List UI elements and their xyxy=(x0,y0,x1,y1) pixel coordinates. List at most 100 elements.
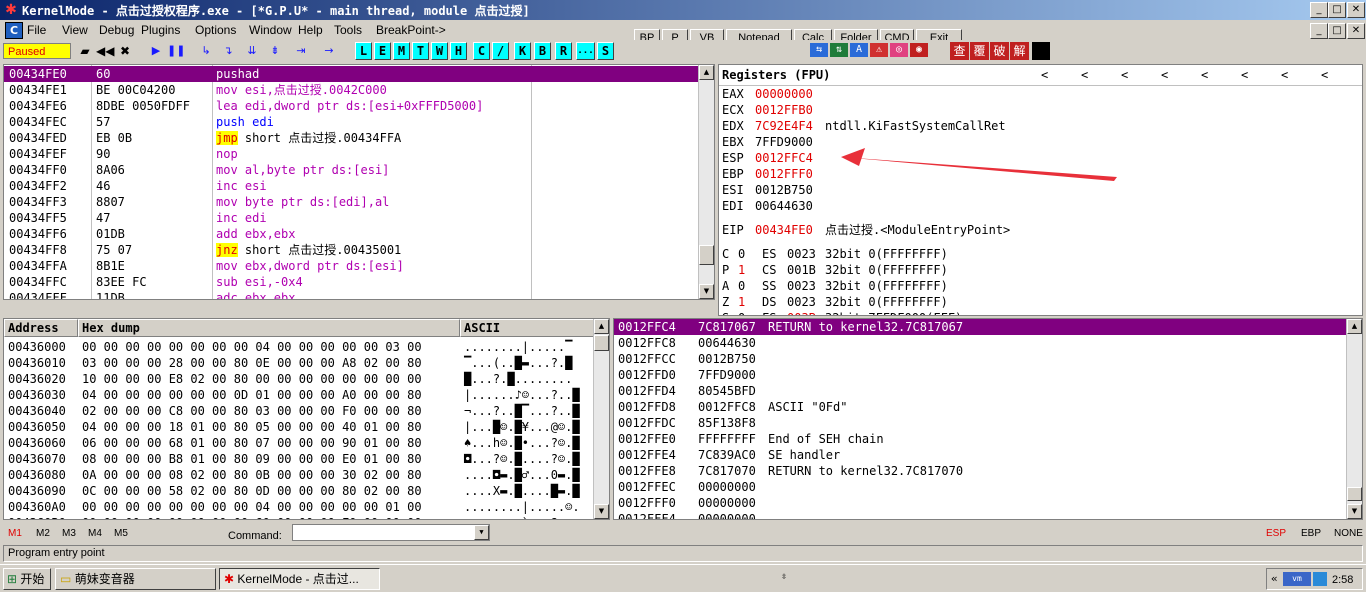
plugin-icon-2[interactable]: ⇅ xyxy=(830,43,848,57)
disasm-row[interactable]: 00434FF5 47 inc edi xyxy=(4,210,698,226)
scroll-thumb[interactable] xyxy=(1347,487,1362,501)
memory-window-button[interactable]: M xyxy=(393,42,410,60)
dump-ascii[interactable]: |...█☺.█¥...@☺.█ xyxy=(464,419,580,435)
disasm-row[interactable]: 00434FEF 90 nop xyxy=(4,146,698,162)
mdi-minimize-button[interactable]: _ xyxy=(1310,23,1328,39)
follow-none-button[interactable]: NONE xyxy=(1334,528,1363,539)
trace-over-icon[interactable]: ⇟ xyxy=(266,42,284,60)
dump-row[interactable]: 004360A0 00 00 00 00 00 00 00 00 04 00 00… xyxy=(4,499,594,515)
scroll-up-arrow[interactable]: ▲ xyxy=(699,65,714,80)
dump-ascii[interactable]: ♠...h☺.█•...?☺.█ xyxy=(464,435,580,451)
disasm-row[interactable]: 00434FE0 60 pushad xyxy=(4,66,698,82)
dump-header-hex[interactable]: Hex dump xyxy=(78,319,460,337)
start-button[interactable]: ⊞ 开始 xyxy=(3,568,51,590)
follow-ebp-button[interactable]: EBP xyxy=(1301,528,1321,539)
dump-row[interactable]: 004360B0 00 00 00 00 00 00 00 00 60 00 00… xyxy=(4,515,594,519)
stack-row[interactable]: 0012FFE0 FFFFFFFF End of SEH chain xyxy=(614,431,1346,447)
stack-row[interactable]: 0012FFEC 00000000 xyxy=(614,479,1346,495)
handles-window-button[interactable]: H xyxy=(450,42,467,60)
plugin-icon-4[interactable]: ⚠ xyxy=(870,43,888,57)
plugin-icon-6[interactable]: ◉ xyxy=(910,43,928,57)
dump-ascii[interactable]: ◘...?☺.█....?☺.█ xyxy=(464,451,580,467)
vmware-tray-icon[interactable]: vm xyxy=(1283,572,1311,586)
dump-hex-bytes[interactable]: 0C 00 00 00 58 02 00 80 0D 00 00 00 80 0… xyxy=(82,483,422,499)
memory-tab-m3[interactable]: M3 xyxy=(62,528,76,539)
open-icon[interactable]: ▰ xyxy=(76,42,94,60)
memory-tab-m5[interactable]: M5 xyxy=(114,528,128,539)
dump-row[interactable]: 00436080 0A 00 00 00 08 02 00 80 0B 00 00… xyxy=(4,467,594,483)
dump-row[interactable]: 00436040 02 00 00 00 C8 00 00 80 03 00 00… xyxy=(4,403,594,419)
menu-plugins[interactable]: Plugins xyxy=(141,23,180,37)
dump-row[interactable]: 00436050 04 00 00 00 18 01 00 80 05 00 00… xyxy=(4,419,594,435)
disasm-row[interactable]: 00434FE1 BE 00C04200 mov esi,点击过授.0042C000 xyxy=(4,82,698,98)
disasm-row[interactable]: 00434FF0 8A06 mov al,byte ptr ds:[esi] xyxy=(4,162,698,178)
dump-ascii[interactable]: ¬...?..█▔...?..█ xyxy=(464,403,580,419)
goto-icon[interactable]: → xyxy=(320,42,338,60)
pause-icon[interactable]: ❚❚ xyxy=(167,42,185,60)
glyph-button-4[interactable]: 解 xyxy=(1010,42,1029,60)
plugin-icon-3[interactable]: A xyxy=(850,43,868,57)
stack-row[interactable]: 0012FFE8 7C817070 RETURN to kernel32.7C817… xyxy=(614,463,1346,479)
menu-options[interactable]: Options xyxy=(195,23,236,37)
glyph-button-2[interactable]: 覆 xyxy=(970,42,989,60)
cpu-window-button[interactable]: C xyxy=(473,42,490,60)
disasm-scrollbar[interactable]: ▲ ▼ xyxy=(698,65,714,299)
disassembly-pane[interactable]: 00434FE0 60 pushad 00434FE1 BE 00C04200 mov e… xyxy=(3,64,715,300)
stack-scrollbar[interactable]: ▲ ▼ xyxy=(1346,319,1362,519)
disasm-row[interactable]: 00434FE6 8DBE 0050FDFF lea edi,dword ptr d… xyxy=(4,98,698,114)
source-window-button[interactable]: S xyxy=(597,42,614,60)
dump-row[interactable]: 00436000 00 00 00 00 00 00 00 00 04 00 00… xyxy=(4,339,594,355)
dump-ascii[interactable]: ....X▬.█....█▬.█ xyxy=(464,483,580,499)
menu-tools[interactable]: Tools xyxy=(334,23,362,37)
modules-window-button[interactable]: E xyxy=(374,42,391,60)
stack-row[interactable]: 0012FFE4 7C839AC0 SE handler xyxy=(614,447,1346,463)
trace-into-icon[interactable]: ⇊ xyxy=(243,42,261,60)
stack-row[interactable]: 0012FFC4 7C817067 RETURN to kernel32.7C817… xyxy=(614,319,1346,335)
references-window-button[interactable]: R xyxy=(555,42,572,60)
scroll-down-arrow[interactable]: ▼ xyxy=(699,284,714,299)
scroll-thumb[interactable] xyxy=(594,335,609,351)
dump-header-ascii[interactable]: ASCII xyxy=(460,319,595,337)
task-item-active[interactable]: ✱ KernelMode - 点击过... xyxy=(219,568,380,590)
chevron-down-icon[interactable]: ▼ xyxy=(474,525,489,540)
dump-row[interactable]: 00436030 04 00 00 00 00 00 00 0D 01 00 00… xyxy=(4,387,594,403)
hex-dump-pane[interactable]: Address Hex dump ASCII 00436000 00 00 00 … xyxy=(3,318,610,520)
log-window-button[interactable]: L xyxy=(355,42,372,60)
stack-row[interactable]: 0012FFD0 7FFD9000 xyxy=(614,367,1346,383)
dump-hex-bytes[interactable]: 00 00 00 00 00 00 00 00 60 00 00 00 E0 0… xyxy=(82,515,422,519)
command-input[interactable] xyxy=(292,524,490,541)
tray-expand-icon[interactable]: « xyxy=(1271,571,1278,587)
follow-esp-button[interactable]: ESP xyxy=(1266,528,1286,539)
dump-hex-bytes[interactable]: 10 00 00 00 E8 02 00 80 00 00 00 00 00 0… xyxy=(82,371,422,387)
maximize-button[interactable]: □ xyxy=(1328,2,1346,18)
dump-row[interactable]: 00436020 10 00 00 00 E8 02 00 80 00 00 00… xyxy=(4,371,594,387)
stack-pane[interactable]: 0012FFC4 7C817067 RETURN to kernel32.7C817… xyxy=(613,318,1363,520)
dump-row[interactable]: 00436060 06 00 00 00 68 01 00 80 07 00 00… xyxy=(4,435,594,451)
dump-ascii[interactable]: ........|.....▔ xyxy=(464,339,572,355)
stack-row[interactable]: 0012FFF4 00000000 xyxy=(614,511,1346,519)
callstack-window-button[interactable]: K xyxy=(514,42,531,60)
scroll-up-arrow[interactable]: ▲ xyxy=(1347,319,1362,334)
stack-row[interactable]: 0012FFDC 85F138F8 xyxy=(614,415,1346,431)
dump-scrollbar[interactable]: ▲ ▼ xyxy=(593,319,609,519)
glyph-button-1[interactable]: 查 xyxy=(950,42,969,60)
menu-debug[interactable]: Debug xyxy=(99,23,134,37)
menu-view[interactable]: View xyxy=(62,23,88,37)
network-tray-icon[interactable] xyxy=(1313,572,1327,586)
scroll-down-arrow[interactable]: ▼ xyxy=(594,504,609,519)
memory-tab-m2[interactable]: M2 xyxy=(36,528,50,539)
disasm-row[interactable]: 00434FF3 8807 mov byte ptr ds:[edi],al xyxy=(4,194,698,210)
disasm-row[interactable]: 00434FFF 11DB adc ebx,ebx xyxy=(4,290,698,299)
scroll-up-arrow[interactable]: ▲ xyxy=(594,319,609,334)
stack-row[interactable]: 0012FFF0 00000000 xyxy=(614,495,1346,511)
dump-hex-bytes[interactable]: 08 00 00 00 B8 01 00 80 09 00 00 00 E0 0… xyxy=(82,451,422,467)
mdi-restore-button[interactable]: □ xyxy=(1328,23,1346,39)
dump-ascii[interactable]: ....◘▬.█♂...0▬.█ xyxy=(464,467,580,483)
dump-hex-bytes[interactable]: 04 00 00 00 18 01 00 80 05 00 00 00 40 0… xyxy=(82,419,422,435)
dump-ascii[interactable]: ........`...?... xyxy=(464,515,580,519)
disasm-row[interactable]: 00434FFC 83EE FC sub esi,-0x4 xyxy=(4,274,698,290)
mdi-close-button[interactable]: ✕ xyxy=(1347,23,1365,39)
dump-ascii[interactable]: █...?.█........ xyxy=(464,371,572,387)
minimize-button[interactable]: _ xyxy=(1310,2,1328,18)
disasm-row[interactable]: 00434FF2 46 inc esi xyxy=(4,178,698,194)
